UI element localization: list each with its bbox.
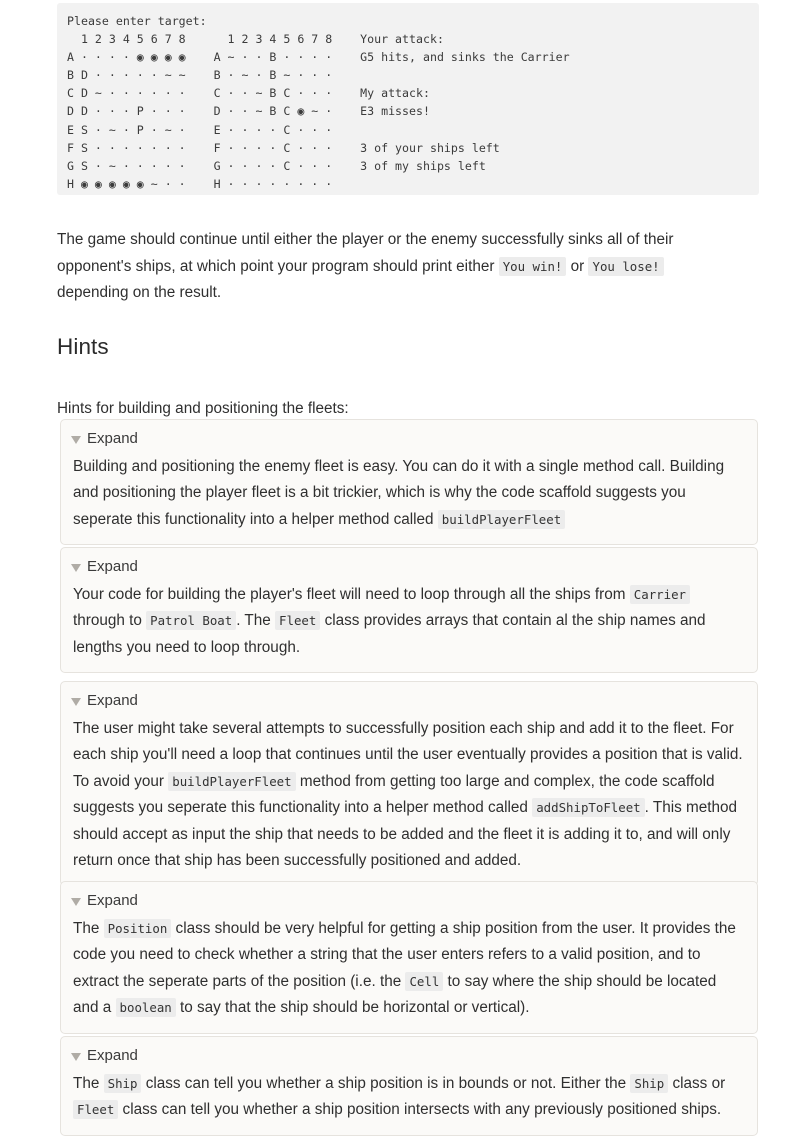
chevron-down-icon	[71, 897, 81, 906]
hint-body-text: The Position class should be very helpfu…	[73, 919, 736, 1018]
expand-label: Expand	[87, 430, 138, 447]
inline-code: Position	[103, 919, 172, 938]
code-block-game-output: Please enter target: 1 2 3 4 5 6 7 8 1 2…	[57, 3, 759, 195]
inline-code: Fleet	[275, 611, 321, 631]
hint-expand-box[interactable]: Expand The Position class should be very…	[60, 881, 758, 1034]
hint-body-text: The user might take several attempts to …	[73, 720, 743, 870]
hint-body-text: Building and positioning the enemy fleet…	[73, 458, 725, 529]
hint-expand-box[interactable]: Expand Your code for building the player…	[60, 547, 758, 674]
hint-body-text: Your code for building the player's flee…	[73, 585, 706, 656]
chevron-down-icon	[71, 563, 81, 572]
inline-code: Ship	[103, 1074, 142, 1093]
inline-code: Patrol Boat	[146, 611, 237, 631]
chevron-down-icon	[71, 1052, 81, 1061]
continue-paragraph: The game should continue until either th…	[57, 227, 717, 307]
inline-code: addShipToFleet	[532, 798, 645, 818]
chevron-down-icon	[71, 435, 81, 444]
expand-label: Expand	[87, 558, 138, 575]
hint-body-text: The Ship class can tell you whether a sh…	[73, 1074, 726, 1120]
inline-code: buildPlayerFleet	[437, 509, 566, 529]
hint-expand-box[interactable]: Expand The Ship class can tell you wheth…	[60, 1036, 758, 1136]
continue-text-part3: depending on the result.	[57, 284, 222, 302]
expand-label: Expand	[87, 892, 138, 909]
code-block-text: Please enter target: 1 2 3 4 5 6 7 8 1 2…	[67, 14, 570, 191]
inline-code: Fleet	[73, 1100, 119, 1120]
expand-label: Expand	[87, 692, 138, 709]
chevron-down-icon	[71, 697, 81, 706]
expand-toggle[interactable]: Expand	[71, 1046, 747, 1066]
hints-heading: Hints	[57, 334, 109, 359]
hint-expand-box[interactable]: Expand Building and positioning the enem…	[60, 419, 758, 546]
inline-code: Ship	[630, 1074, 669, 1093]
continue-text-part2: or	[566, 257, 589, 275]
expand-toggle[interactable]: Expand	[71, 429, 747, 449]
expand-toggle[interactable]: Expand	[71, 891, 747, 911]
inline-code-you-win: You win!	[498, 256, 567, 276]
inline-code: boolean	[115, 998, 176, 1018]
expand-label: Expand	[87, 1047, 138, 1064]
expand-toggle[interactable]: Expand	[71, 557, 747, 577]
inline-code-you-lose: You lose!	[588, 256, 664, 276]
inline-code: Carrier	[629, 585, 690, 604]
inline-code: Cell	[405, 971, 444, 991]
inline-code: buildPlayerFleet	[168, 771, 296, 791]
hint-expand-box[interactable]: Expand The user might take several attem…	[60, 681, 758, 887]
expand-toggle[interactable]: Expand	[71, 691, 747, 711]
